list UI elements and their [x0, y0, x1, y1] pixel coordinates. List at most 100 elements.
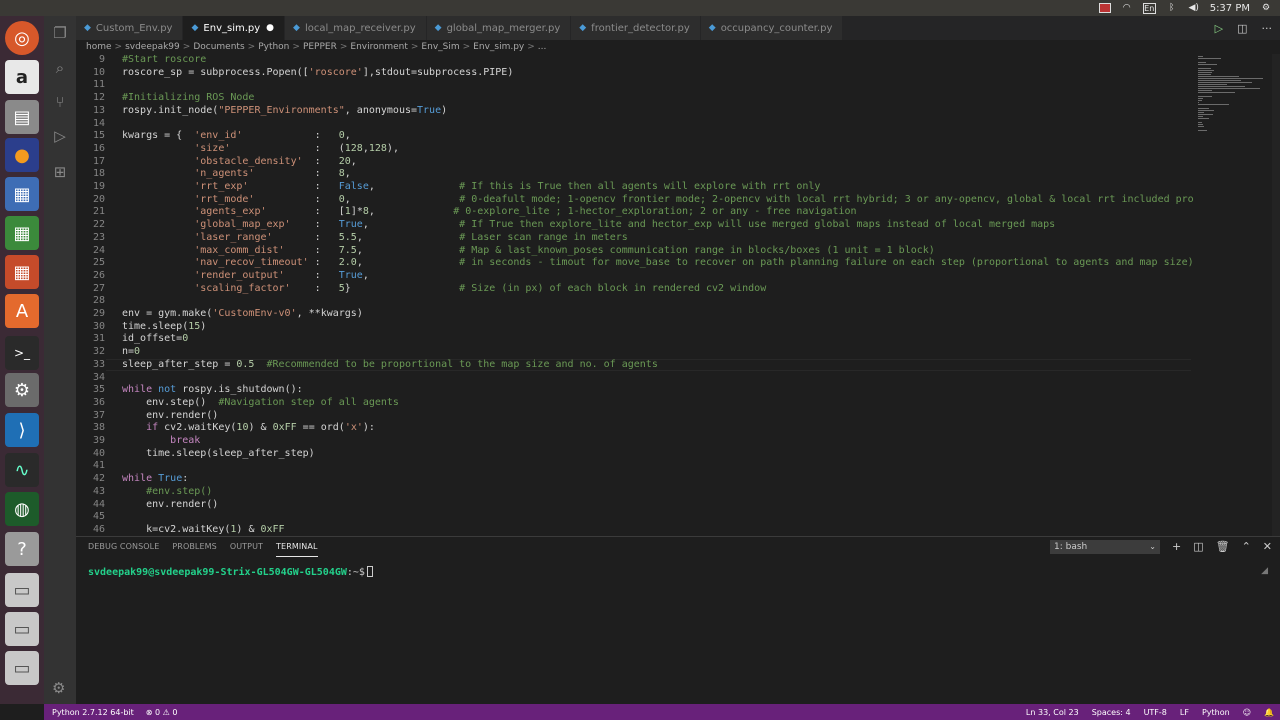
kill-terminal-icon[interactable]: 🗑: [1216, 540, 1230, 553]
breadcrumb-item[interactable]: Env_Sim: [421, 42, 459, 52]
problems-counter[interactable]: ⊗ 0 ⚠ 0: [146, 708, 178, 717]
code-line[interactable]: 17 'obstacle_density' : 20,: [76, 156, 1196, 169]
breadcrumb-item[interactable]: PEPPER: [303, 42, 337, 52]
keyboard-layout-indicator[interactable]: En: [1142, 2, 1156, 14]
wifi-icon[interactable]: ◠: [1121, 3, 1133, 13]
tab-custom-env[interactable]: ◆ Custom_Env.py: [76, 16, 184, 40]
breadcrumb-item[interactable]: Environment: [350, 42, 407, 52]
indentation[interactable]: Spaces: 4: [1092, 708, 1131, 717]
minimap[interactable]: [1196, 54, 1272, 536]
cursor-position[interactable]: Ln 33, Col 23: [1026, 708, 1079, 717]
tab-local-map-receiver[interactable]: ◆ local_map_receiver.py: [285, 16, 427, 40]
code-line[interactable]: 39 break: [76, 435, 1196, 448]
maximize-panel-icon[interactable]: ⌃: [1242, 540, 1251, 553]
drive-icon[interactable]: ▭: [5, 573, 39, 607]
extensions-icon[interactable]: ⊞: [48, 160, 72, 184]
code-line[interactable]: 27 'scaling_factor' : 5} # Size (in px) …: [76, 283, 1196, 296]
ubuntu-dash-icon[interactable]: ◎: [5, 21, 39, 55]
code-line[interactable]: 34: [76, 372, 1196, 385]
screen-record-icon[interactable]: [1098, 3, 1111, 13]
feedback-icon[interactable]: ☺: [1243, 708, 1251, 717]
more-actions-icon[interactable]: ···: [1262, 22, 1273, 35]
terminal-selector[interactable]: 1: bash ⌄: [1050, 540, 1160, 554]
impress-icon[interactable]: ▦: [5, 255, 39, 289]
tab-occupancy-counter[interactable]: ◆ occupancy_counter.py: [700, 16, 844, 40]
code-line[interactable]: 41: [76, 460, 1196, 473]
firefox-icon[interactable]: ●: [5, 138, 39, 172]
calc-icon[interactable]: ▦: [5, 216, 39, 250]
settings-icon[interactable]: ⚙: [5, 373, 39, 407]
tab-env-sim[interactable]: ◆ Env_sim.py ●: [183, 16, 286, 40]
tab-terminal[interactable]: TERMINAL: [276, 537, 318, 557]
writer-icon[interactable]: ▦: [5, 177, 39, 211]
tab-problems[interactable]: PROBLEMS: [172, 537, 216, 557]
source-control-icon[interactable]: ⑂: [48, 90, 72, 114]
breadcrumb-item[interactable]: home: [86, 42, 112, 52]
code-line[interactable]: 21 'agents_exp' : [1]*8, # 0-explore_lit…: [76, 206, 1196, 219]
close-panel-icon[interactable]: ✕: [1263, 540, 1272, 553]
code-line[interactable]: 18 'n_agents' : 8,: [76, 168, 1196, 181]
end-of-line[interactable]: LF: [1180, 708, 1189, 717]
code-line[interactable]: 46 k=cv2.waitKey(1) & 0xFF: [76, 524, 1196, 536]
search-icon[interactable]: ⌕: [48, 56, 72, 80]
code-line[interactable]: 30 time.sleep(15): [76, 321, 1196, 334]
help-icon[interactable]: ?: [5, 532, 39, 566]
clock[interactable]: 5:37 PM: [1210, 3, 1250, 14]
code-line[interactable]: 26 'render_output' : True,: [76, 270, 1196, 283]
tab-output[interactable]: OUTPUT: [230, 537, 263, 557]
code-line[interactable]: 15 kwargs = { 'env_id' : 0,: [76, 130, 1196, 143]
code-line[interactable]: 16 'size' : (128,128),: [76, 143, 1196, 156]
terminal-scroll-arrow-icon[interactable]: ◢: [1261, 566, 1268, 576]
drive-icon[interactable]: ▭: [5, 612, 39, 646]
code-line[interactable]: 32 n=0: [76, 346, 1196, 359]
explorer-icon[interactable]: ❐: [48, 21, 72, 45]
terminal-prompt[interactable]: svdeepak99@svdeepak99-Strix-GL504GW-GL50…: [88, 566, 373, 578]
drive-icon[interactable]: ▭: [5, 651, 39, 685]
split-editor-icon[interactable]: ◫: [1237, 22, 1247, 35]
volume-icon[interactable]: ◀): [1188, 3, 1200, 13]
power-gear-icon[interactable]: ⚙: [1260, 3, 1272, 13]
code-line[interactable]: 38 if cv2.waitKey(10) & 0xFF == ord('x')…: [76, 422, 1196, 435]
code-line[interactable]: 36 env.step() #Navigation step of all ag…: [76, 397, 1196, 410]
tab-global-map-merger[interactable]: ◆ global_map_merger.py: [426, 16, 572, 40]
code-line[interactable]: 9 #Start roscore: [76, 54, 1196, 67]
unsaved-dot-icon[interactable]: ●: [266, 23, 274, 33]
editor-scrollbar[interactable]: [1272, 54, 1280, 536]
code-line[interactable]: 14: [76, 118, 1196, 131]
code-line[interactable]: 20 'rrt_mode' : 0, # 0-deafult mode; 1-o…: [76, 194, 1196, 207]
code-line[interactable]: 13 rospy.init_node("PEPPER_Environments",…: [76, 105, 1196, 118]
code-line[interactable]: 42 while True:: [76, 473, 1196, 486]
breadcrumb-item[interactable]: svdeepak99: [125, 42, 180, 52]
software-center-icon[interactable]: A: [5, 294, 39, 328]
language-mode[interactable]: Python: [1202, 708, 1230, 717]
vscode-icon[interactable]: ⟩: [5, 413, 39, 447]
globe-icon[interactable]: ◍: [5, 492, 39, 526]
code-line[interactable]: 22 'global_map_exp' : True, # If True th…: [76, 219, 1196, 232]
split-terminal-icon[interactable]: ◫: [1193, 540, 1203, 553]
code-line[interactable]: 35 while not rospy.is_shutdown():: [76, 384, 1196, 397]
manage-gear-icon[interactable]: ⚙: [52, 679, 65, 697]
new-terminal-icon[interactable]: +: [1172, 540, 1181, 553]
python-interpreter[interactable]: Python 2.7.12 64-bit: [52, 708, 134, 717]
notifications-icon[interactable]: 🔔: [1264, 708, 1274, 717]
breadcrumb-item[interactable]: Documents: [193, 42, 244, 52]
code-line[interactable]: 29 env = gym.make('CustomEnv-v0', **kwarg…: [76, 308, 1196, 321]
breadcrumb-item[interactable]: ...: [538, 42, 547, 52]
terminal-icon[interactable]: >_: [5, 336, 39, 370]
code-line[interactable]: 24 'max_comm_dist' : 7.5, # Map & last_k…: [76, 245, 1196, 258]
files-icon[interactable]: ▤: [5, 100, 39, 134]
code-line[interactable]: 25 'nav_recov_timeout' : 2.0, # in secon…: [76, 257, 1196, 270]
code-line[interactable]: 11: [76, 79, 1196, 92]
code-line[interactable]: 44 env.render(): [76, 499, 1196, 512]
breadcrumb-item[interactable]: Python: [258, 42, 289, 52]
code-line[interactable]: 10 roscore_sp = subprocess.Popen(['roscor…: [76, 67, 1196, 80]
encoding[interactable]: UTF-8: [1144, 708, 1167, 717]
code-line[interactable]: 33 sleep_after_step = 0.5 #Recommended to…: [76, 359, 1196, 372]
system-monitor-icon[interactable]: ∿: [5, 453, 39, 487]
code-editor[interactable]: 9 #Start roscore 10 roscore_sp = subprocess…: [76, 54, 1196, 536]
code-line[interactable]: 28: [76, 295, 1196, 308]
code-line[interactable]: 31 id_offset=0: [76, 333, 1196, 346]
code-line[interactable]: 19 'rrt_exp' : False, # If this is True …: [76, 181, 1196, 194]
tab-frontier-detector[interactable]: ◆ frontier_detector.py: [571, 16, 701, 40]
code-line[interactable]: 37 env.render(): [76, 410, 1196, 423]
